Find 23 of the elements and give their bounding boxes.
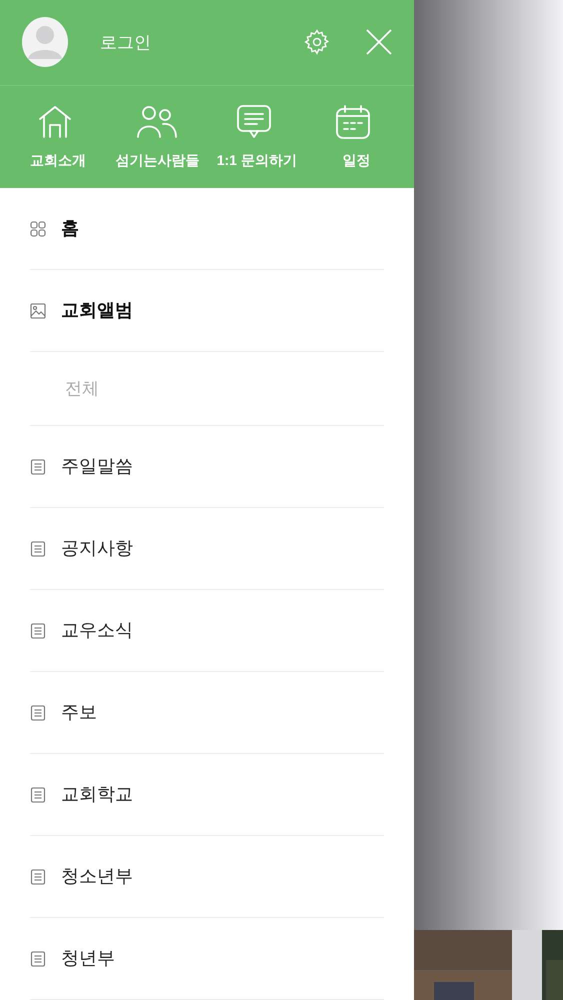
menu-item[interactable]: 청년부 bbox=[61, 945, 115, 972]
document-icon bbox=[30, 704, 46, 720]
document-icon bbox=[30, 786, 46, 802]
menu-item[interactable]: 주보 bbox=[61, 699, 97, 726]
document-icon bbox=[30, 622, 46, 638]
menu-item[interactable]: 홈 bbox=[61, 215, 79, 242]
menu-item[interactable]: 교회학교 bbox=[61, 781, 133, 808]
menu-item[interactable]: 공지사항 bbox=[61, 535, 133, 562]
dimmed-page-overlay[interactable] bbox=[414, 0, 563, 1000]
avatar-icon bbox=[22, 17, 68, 68]
document-icon bbox=[30, 950, 46, 966]
menu-item[interactable]: 교우소식 bbox=[61, 617, 133, 644]
menu-item[interactable]: 교회앨범 bbox=[61, 297, 133, 324]
close-icon[interactable] bbox=[366, 29, 392, 56]
document-icon bbox=[30, 458, 46, 474]
document-icon bbox=[30, 868, 46, 884]
menu-item[interactable]: 청소년부 bbox=[61, 863, 133, 890]
people-icon[interactable] bbox=[136, 104, 178, 140]
settings-icon[interactable] bbox=[304, 29, 330, 56]
menu-item[interactable]: 주일말씀 bbox=[61, 453, 133, 480]
document-icon bbox=[30, 540, 46, 556]
image-icon bbox=[30, 302, 46, 318]
grid-icon bbox=[30, 220, 46, 236]
